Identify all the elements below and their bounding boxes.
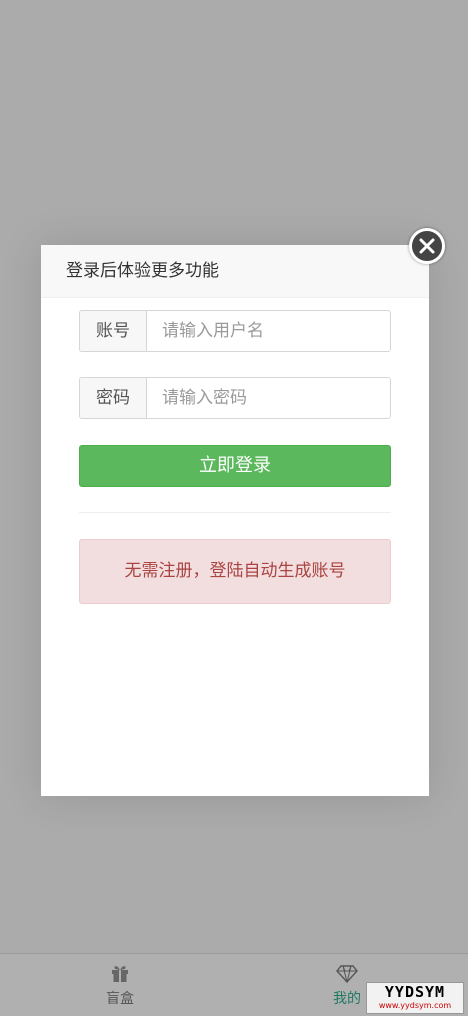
watermark-logo: YYDSYM www.yydsym.com (366, 982, 464, 1014)
modal-title: 登录后体验更多功能 (41, 245, 429, 298)
username-label: 账号 (80, 311, 147, 351)
password-input[interactable] (147, 378, 390, 418)
login-button[interactable]: 立即登录 (79, 445, 391, 487)
watermark-main: YYDSYM (384, 983, 446, 1001)
notice-alert: 无需注册，登陆自动生成账号 (79, 539, 391, 604)
password-field-group: 密码 (79, 377, 391, 419)
login-modal: 登录后体验更多功能 账号 密码 立即登录 无需注册，登陆自动生成账号 (41, 245, 429, 796)
watermark-sub: www.yydsym.com (378, 1001, 452, 1010)
diamond-icon (336, 962, 358, 984)
tab-label: 盲盒 (106, 991, 134, 1007)
gift-icon (109, 962, 131, 984)
tab-blind-box[interactable]: 盲盒 (60, 960, 180, 1008)
username-field-group: 账号 (79, 310, 391, 352)
close-button[interactable] (409, 228, 445, 264)
close-icon (419, 238, 435, 254)
divider (79, 512, 391, 513)
username-input[interactable] (147, 311, 390, 351)
tab-label: 我的 (333, 991, 361, 1007)
password-label: 密码 (80, 378, 147, 418)
